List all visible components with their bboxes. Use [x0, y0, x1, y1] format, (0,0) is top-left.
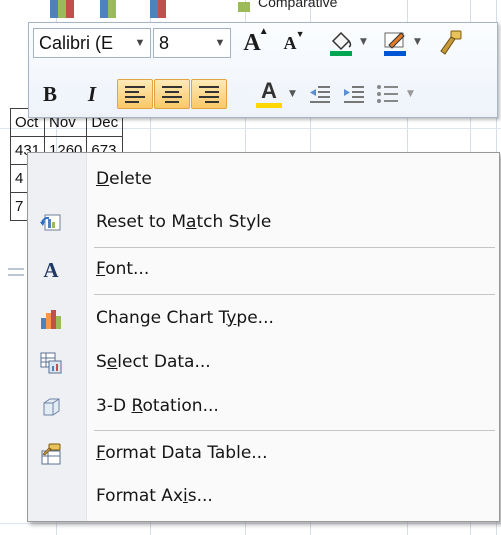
axis-tick [8, 268, 24, 270]
bullets-button[interactable] [373, 79, 403, 109]
menu-item-reset-to-match-style[interactable]: Reset to Match Style [28, 203, 499, 243]
menu-separator [94, 294, 495, 295]
chevron-down-icon[interactable]: ▼ [414, 37, 421, 47]
shrink-font-button[interactable]: A ▼ [275, 28, 305, 58]
font-size-value: 8 [159, 33, 170, 53]
grow-font-icon: A ▲ [243, 25, 269, 56]
font-name-combobox[interactable]: Calibri (E ▼ [33, 28, 151, 58]
align-right-button[interactable] [191, 79, 227, 109]
format-painter-button[interactable] [435, 28, 467, 58]
fill-color-button[interactable] [325, 28, 357, 58]
pencil-line-icon [384, 32, 406, 56]
chevron-down-icon[interactable]: ▼ [360, 37, 367, 47]
font-color-swatch [256, 102, 282, 108]
chart-bar [58, 0, 66, 18]
chevron-down-icon[interactable]: ▼ [407, 89, 414, 99]
cube-icon [40, 396, 62, 418]
chart-bar [50, 0, 58, 18]
menu-item-label: Select Data... [96, 352, 211, 372]
menu-item-label: Format Axis... [96, 486, 213, 506]
menu-item-select-data[interactable]: Select Data... [28, 343, 499, 383]
menu-item-format-axis[interactable]: Format Axis... [28, 477, 499, 517]
chevron-down-icon[interactable]: ▼ [289, 89, 296, 99]
menu-item-label: Change Chart Type... [96, 308, 274, 328]
chart-bar [158, 0, 166, 18]
grid-line [0, 523, 501, 524]
grow-font-button[interactable]: A ▲ [237, 25, 269, 58]
select-data-icon [40, 352, 62, 374]
menu-item-change-chart-type[interactable]: Change Chart Type... [28, 299, 499, 339]
decrease-indent-icon [310, 86, 330, 103]
bullet-list-icon [377, 85, 398, 103]
align-right-icon [199, 86, 219, 103]
font-color-button[interactable]: A [253, 79, 285, 109]
italic-icon: I [87, 81, 97, 106]
font-color-icon: A [261, 77, 277, 103]
menu-item-format-data-table[interactable]: Format Data Table... [28, 434, 499, 474]
menu-item-label: Reset to Match Style [96, 212, 272, 232]
reset-style-icon [40, 212, 62, 234]
legend-label: Comparative [258, 0, 338, 10]
font-size-combobox[interactable]: 8 ▼ [153, 28, 231, 58]
shrink-font-icon: A ▼ [283, 28, 305, 53]
menu-separator [94, 247, 495, 248]
menu-separator [94, 430, 495, 431]
chart-bar [100, 0, 108, 18]
bold-button[interactable]: B [35, 79, 65, 109]
bold-icon: B [42, 81, 57, 106]
italic-button[interactable]: I [77, 79, 107, 109]
font-name-value: Calibri (E [39, 33, 114, 53]
format-icon [40, 443, 62, 465]
menu-item-label: 3-D Rotation... [96, 396, 219, 416]
menu-item-label: Delete [96, 169, 152, 189]
paint-bucket-icon [330, 31, 352, 56]
decrease-indent-button[interactable] [305, 79, 335, 109]
menu-item-3d-rotation[interactable]: 3-D Rotation... [28, 387, 499, 427]
chart-bar [66, 0, 74, 18]
increase-indent-button[interactable] [339, 79, 369, 109]
increase-indent-icon [344, 86, 364, 103]
font-icon: A [43, 257, 59, 282]
menu-item-label: Font... [96, 259, 150, 279]
menu-item-label: Format Data Table... [96, 443, 268, 463]
align-center-button[interactable] [154, 79, 190, 109]
chart-bar [150, 0, 158, 18]
context-menu: Delete Reset to Match Style A Font... Ch… [27, 152, 500, 522]
align-left-button[interactable] [117, 79, 153, 109]
format-painter-icon [440, 30, 462, 55]
chevron-down-icon[interactable]: ▼ [132, 33, 148, 53]
mini-formatting-toolbar: Calibri (E ▼ 8 ▼ A ▲ A ▼ ▼ ▼ B I A ▼ ▼ [28, 22, 498, 118]
menu-item-font[interactable]: A Font... [28, 250, 499, 290]
legend-swatch [238, 2, 250, 12]
chart-type-icon [40, 308, 62, 330]
axis-tick [8, 274, 24, 276]
chart-bar [108, 0, 116, 18]
chevron-down-icon[interactable]: ▼ [212, 33, 228, 53]
menu-item-delete[interactable]: Delete [28, 160, 499, 200]
align-center-icon [162, 86, 182, 103]
align-left-icon [125, 86, 145, 103]
line-color-button[interactable] [379, 28, 411, 58]
